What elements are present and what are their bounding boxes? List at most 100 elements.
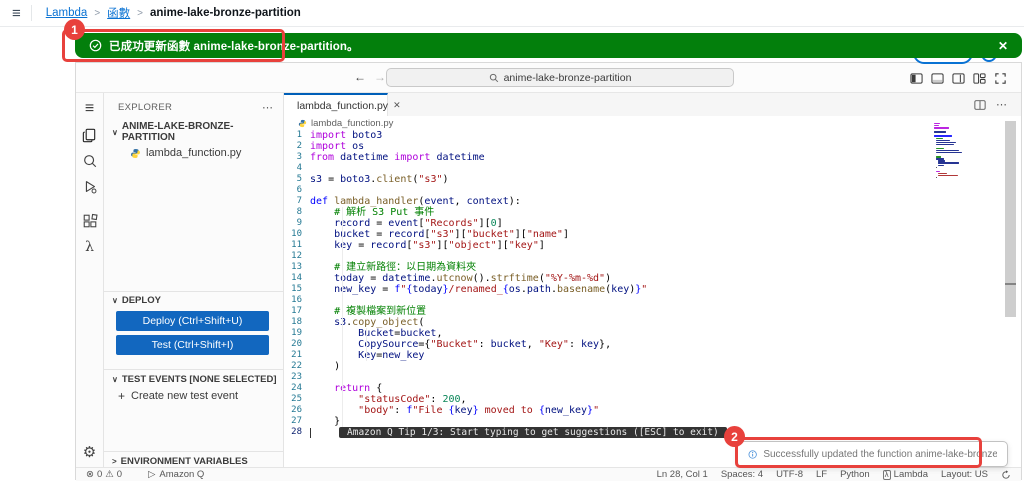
- code-line[interactable]: 2 import os: [284, 141, 1021, 152]
- line-number: 4: [296, 163, 302, 173]
- line-content: today = datetime.utcnow().strftime("%Y-%…: [334, 273, 612, 284]
- activity-bar: ≡ λ ⚙: [76, 93, 104, 467]
- code-line[interactable]: 14 today = datetime.utcnow().strftime("%…: [284, 273, 1021, 284]
- code-line[interactable]: 26 "body": f"File {key} moved to {new_ke…: [284, 405, 1021, 416]
- menu-icon[interactable]: ≡: [76, 96, 104, 122]
- code-line[interactable]: 9 record = event["Records"][0]: [284, 218, 1021, 229]
- code-line[interactable]: 23: [284, 372, 1021, 383]
- code-line[interactable]: 15 new_key = f"{today}/renamed_{os.path.…: [284, 284, 1021, 295]
- line-number: 17: [291, 306, 302, 316]
- status-item[interactable]: Layout: US: [941, 469, 988, 480]
- amazon-q-inline-tip: Amazon Q Tip 1/3: Start typing to get su…: [339, 427, 727, 438]
- code-area[interactable]: 1 import boto3 2 import os 3 from datetime im…: [284, 130, 1021, 467]
- status-item[interactable]: Ln 28, Col 1: [657, 469, 708, 480]
- line-content: "body": f"File {key} moved to {new_key}": [358, 405, 600, 416]
- run-debug-icon[interactable]: [76, 174, 104, 200]
- aws-lambda-view-icon[interactable]: λ: [76, 234, 104, 260]
- back-arrow-icon[interactable]: ←: [354, 70, 366, 84]
- annotation-badge-1: 1: [64, 19, 85, 40]
- tab-bar: lambda_function.py ✕ ⋯: [284, 93, 1021, 116]
- code-line[interactable]: 10 bucket = record["s3"]["bucket"]["name…: [284, 229, 1021, 240]
- status-item[interactable]: Python: [840, 469, 870, 480]
- toggle-secondary-sidebar-icon[interactable]: [952, 72, 965, 85]
- code-line[interactable]: 27 }: [284, 416, 1021, 427]
- tree-folder-root[interactable]: ∨ ANIME-LAKE-BRONZE-PARTITION: [104, 118, 283, 145]
- status-item[interactable]: λ Lambda: [882, 469, 928, 480]
- status-item[interactable]: LF: [816, 469, 827, 480]
- breadcrumb-lambda[interactable]: Lambda: [46, 7, 88, 19]
- test-events-section-header[interactable]: ∨ TEST EVENTS [NONE SELECTED]: [112, 374, 277, 385]
- chevron-down-icon: ∨: [112, 375, 118, 384]
- code-line[interactable]: 21 Key=new_key: [284, 350, 1021, 361]
- toggle-panel-icon[interactable]: [931, 72, 944, 85]
- forward-arrow-icon[interactable]: →: [374, 70, 386, 84]
- line-content: bucket = record["s3"]["bucket"]["name"]: [334, 229, 569, 240]
- split-editor-icon[interactable]: [974, 99, 986, 111]
- toast-notification[interactable]: Successfully updated the function anime-…: [737, 441, 1008, 467]
- breadcrumb-separator: >: [94, 7, 101, 19]
- code-line[interactable]: 5 s3 = boto3.client("s3"): [284, 174, 1021, 185]
- deploy-section-header[interactable]: ∨ DEPLOY: [112, 295, 161, 306]
- code-line[interactable]: 11 key = record["s3"]["object"]["key"]: [284, 240, 1021, 251]
- search-view-icon[interactable]: [76, 148, 104, 174]
- command-search-input[interactable]: anime-lake-bronze-partition: [386, 68, 734, 87]
- customize-layout-icon[interactable]: [973, 72, 986, 85]
- tab-close-icon[interactable]: ✕: [393, 100, 401, 111]
- problems-indicator[interactable]: ⊗ 0 ⚠ 0: [86, 469, 122, 480]
- line-number: 28: [291, 427, 302, 437]
- status-item[interactable]: UTF-8: [776, 469, 803, 480]
- minimap[interactable]: [934, 123, 963, 181]
- more-actions-icon[interactable]: ⋯: [996, 98, 1007, 111]
- line-content: ): [310, 361, 341, 372]
- toggle-primary-sidebar-icon[interactable]: [910, 72, 923, 85]
- environment-variables-section-header[interactable]: > ENVIRONMENT VARIABLES: [112, 456, 248, 467]
- line-number: 24: [291, 383, 302, 393]
- code-line[interactable]: 8 # 解析 S3 Put 事件: [284, 207, 1021, 218]
- editor-breadcrumb[interactable]: lambda_function.py: [284, 116, 1021, 130]
- code-line[interactable]: 6: [284, 185, 1021, 196]
- code-line[interactable]: 20 CopySource={"Bucket": bucket, "Key": …: [284, 339, 1021, 350]
- settings-gear-icon[interactable]: ⚙: [83, 443, 96, 461]
- breadcrumb-file-name: lambda_function.py: [311, 117, 394, 129]
- code-line[interactable]: 18 s3.copy_object(: [284, 317, 1021, 328]
- amazon-q-status[interactable]: ▷ Amazon Q: [148, 469, 204, 480]
- code-line[interactable]: 4: [284, 163, 1021, 174]
- line-content: }: [310, 416, 341, 427]
- test-button[interactable]: Test (Ctrl+Shift+I): [116, 335, 269, 355]
- line-content: Key=new_key: [358, 350, 425, 361]
- code-line[interactable]: 17 # 複製檔案到新位置: [284, 306, 1021, 317]
- plus-icon: +: [118, 389, 126, 403]
- code-line[interactable]: 3 from datetime import datetime: [284, 152, 1021, 163]
- line-content: "statusCode": 200,: [358, 394, 467, 405]
- code-line[interactable]: 7 def lambda_handler(event, context):: [284, 196, 1021, 207]
- code-line[interactable]: 28 Amazon Q Tip 1/3: Start typing to get …: [284, 427, 1021, 438]
- code-line[interactable]: 19 Bucket=bucket,: [284, 328, 1021, 339]
- fullscreen-icon[interactable]: [994, 72, 1007, 85]
- status-item[interactable]: Spaces: 4: [721, 469, 763, 480]
- code-line[interactable]: 16: [284, 295, 1021, 306]
- tab-lambda-function[interactable]: lambda_function.py ✕: [284, 93, 401, 116]
- line-number: 15: [291, 284, 302, 294]
- deploy-button[interactable]: Deploy (Ctrl+Shift+U): [116, 311, 269, 331]
- line-number: 5: [296, 174, 302, 184]
- explorer-icon[interactable]: [76, 122, 104, 148]
- code-line[interactable]: 12: [284, 251, 1021, 262]
- more-actions-icon[interactable]: ⋯: [262, 101, 273, 114]
- create-test-event-action[interactable]: + Create new test event: [118, 389, 238, 403]
- code-line[interactable]: 25 "statusCode": 200,: [284, 394, 1021, 405]
- extensions-icon[interactable]: [76, 208, 104, 234]
- banner-close-icon[interactable]: ✕: [998, 39, 1008, 53]
- sync-icon[interactable]: [1001, 469, 1011, 480]
- hamburger-menu-icon[interactable]: ≡: [0, 5, 31, 22]
- tree-file-lambda-function[interactable]: lambda_function.py: [104, 145, 283, 161]
- indent-guide: [366, 328, 367, 361]
- text-cursor: [310, 428, 311, 438]
- code-line[interactable]: 13 # 建立新路徑：以日期為資料夾: [284, 262, 1021, 273]
- line-content: record = event["Records"][0]: [334, 218, 503, 229]
- line-content: Amazon Q Tip 1/3: Start typing to get su…: [310, 427, 727, 438]
- code-line[interactable]: 1 import boto3: [284, 130, 1021, 141]
- code-line[interactable]: 22 ): [284, 361, 1021, 372]
- code-line[interactable]: 24 return {: [284, 383, 1021, 394]
- breadcrumb-functions[interactable]: 函數: [107, 5, 130, 21]
- editor-scrollbar[interactable]: [1005, 121, 1016, 317]
